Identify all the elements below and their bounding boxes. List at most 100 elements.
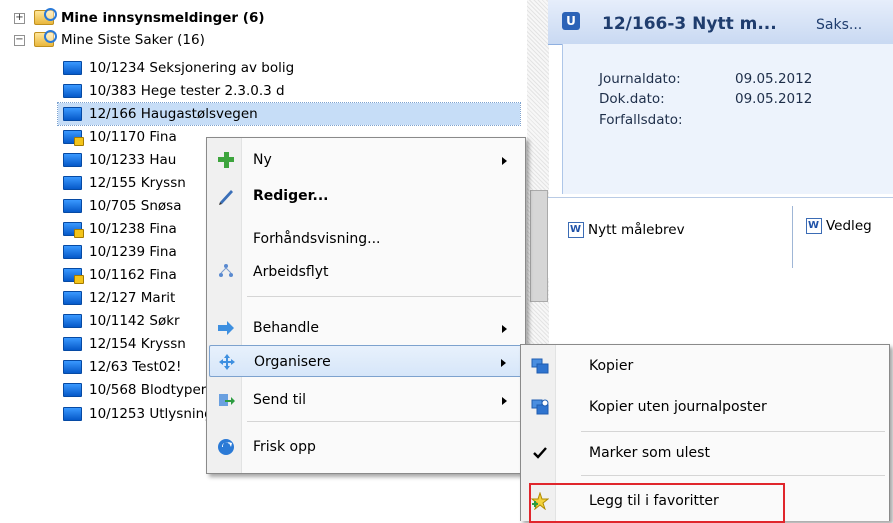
word-document-icon xyxy=(806,218,822,234)
menu-separator xyxy=(247,296,521,297)
case-folder-icon xyxy=(63,245,82,259)
dokdato-value: 09.05.2012 xyxy=(735,91,813,107)
menu-item-label: Behandle xyxy=(253,320,319,336)
tree-node-label: 10/1142 Søkr xyxy=(89,313,180,329)
vedlegg-label: Vedleg xyxy=(826,218,872,234)
organize-icon xyxy=(218,353,236,371)
menu-item-label: Forhåndsvisning... xyxy=(253,231,381,247)
tree-node-label: 10/1162 Fina xyxy=(89,267,177,283)
checkmark-icon xyxy=(531,444,549,462)
case-folder-icon xyxy=(63,360,82,374)
tree-case-node[interactable]: 10/1234 Seksjonering av bolig xyxy=(0,57,540,79)
submenu-item-kopier-uten-journalposter[interactable]: Kopier uten journalposter xyxy=(523,391,887,423)
case-folder-icon xyxy=(63,383,82,397)
copy-without-icon xyxy=(531,398,549,416)
menu-item-label: Arbeidsflyt xyxy=(253,264,329,280)
tree-case-node[interactable]: 12/166 Haugastølsvegen xyxy=(57,102,521,126)
case-folder-icon xyxy=(63,291,82,305)
dokdato-label: Dok.dato: xyxy=(599,91,665,107)
case-folder-icon xyxy=(63,199,82,213)
tree-node-label: 10/1170 Fina xyxy=(89,129,177,145)
menu-item-label: Organisere xyxy=(254,354,331,370)
document-header: U 12/166-3 Nytt m... Saks... xyxy=(548,0,893,45)
tree-node-label: 10/1238 Fina xyxy=(89,221,177,237)
search-folder-icon xyxy=(34,8,57,25)
menu-item-behandle[interactable]: Behandle xyxy=(209,312,523,344)
tree-node-label: 10/705 Snøsa xyxy=(89,198,182,214)
tree-node-label: 10/1234 Seksjonering av bolig xyxy=(89,60,295,76)
submenu-item-label: Marker som ulest xyxy=(589,445,710,461)
case-folder-icon xyxy=(63,84,82,98)
case-folder-icon xyxy=(63,107,82,121)
case-folder-icon xyxy=(63,407,82,421)
annotation-highlight-box xyxy=(529,483,785,523)
tree-node-label: 12/63 Test02! xyxy=(89,359,182,375)
case-folder-icon xyxy=(63,337,82,351)
menu-item-send-til[interactable]: Send til xyxy=(209,384,523,416)
nytt-malebrev-label: Nytt målebrev xyxy=(588,222,685,238)
tree-node-label: 10/1239 Fina xyxy=(89,244,177,260)
tree-node-label: 10/383 Hege tester 2.3.0.3 d xyxy=(89,83,285,99)
vedlegg-button[interactable]: Vedleg xyxy=(806,218,872,234)
expand-icon[interactable]: + xyxy=(14,13,25,24)
document-toolbar: Nytt målebrev Vedleg xyxy=(548,197,893,278)
case-folder-icon xyxy=(63,176,82,190)
metadata-panel: Journaldato: 09.05.2012 Dok.dato: 09.05.… xyxy=(562,44,893,194)
journaldato-value: 09.05.2012 xyxy=(735,71,813,87)
refresh-icon xyxy=(217,438,235,456)
tree-node-label: 10/1233 Hau xyxy=(89,152,177,168)
menu-item-frisk-opp[interactable]: Frisk opp xyxy=(209,431,523,463)
arrow-right-icon xyxy=(217,319,235,337)
toolbar-divider xyxy=(792,206,793,268)
search-folder-icon xyxy=(34,30,57,47)
submenu-arrow-icon xyxy=(501,359,506,367)
submenu-arrow-icon xyxy=(502,397,507,405)
submenu-arrow-icon xyxy=(502,325,507,333)
submenu-arrow-icon xyxy=(502,157,507,165)
submenu-item-marker-som-ulest[interactable]: Marker som ulest xyxy=(523,437,887,469)
menu-item-ny[interactable]: Ny xyxy=(209,144,523,176)
organize-submenu: Kopier Kopier uten journalposter Marker so… xyxy=(520,344,890,523)
locked-case-folder-icon xyxy=(63,268,84,284)
collapse-icon[interactable]: − xyxy=(14,35,25,46)
menu-item-organisere[interactable]: Organisere xyxy=(209,345,523,377)
menu-item-label: Frisk opp xyxy=(253,439,316,455)
plus-icon xyxy=(217,151,235,169)
send-to-icon xyxy=(217,391,235,409)
tree-node-label: 12/154 Kryssn xyxy=(89,336,186,352)
submenu-item-label: Kopier xyxy=(589,358,634,374)
tree-case-node[interactable]: 10/383 Hege tester 2.3.0.3 d xyxy=(0,80,540,102)
locked-case-folder-icon xyxy=(63,222,84,238)
nytt-malebrev-button[interactable]: Nytt målebrev xyxy=(568,222,685,238)
tree-node-label: 12/127 Marit xyxy=(89,290,176,306)
submenu-item-kopier[interactable]: Kopier xyxy=(523,350,887,382)
submenu-item-label: Kopier uten journalposter xyxy=(589,399,767,415)
tree-folder-node[interactable]: + Mine innsynsmeldinger (6) xyxy=(0,7,540,29)
document-type-badge: U xyxy=(562,12,580,30)
tree-folder-node[interactable]: − Mine Siste Saker (16) xyxy=(0,29,540,51)
locked-case-folder-icon xyxy=(63,130,84,146)
menu-item-rediger[interactable]: Rediger... xyxy=(209,180,523,212)
submenu-separator xyxy=(581,475,885,476)
case-folder-icon xyxy=(63,153,82,167)
journaldato-label: Journaldato: xyxy=(599,71,681,87)
forfallsdato-label: Forfallsdato: xyxy=(599,112,683,128)
menu-item-label: Send til xyxy=(253,392,306,408)
tree-node-label: Mine Siste Saker (16) xyxy=(61,32,205,48)
pencil-icon xyxy=(217,187,235,205)
submenu-separator xyxy=(581,431,885,432)
tree-scrollbar-thumb[interactable] xyxy=(530,190,548,302)
document-title: 12/166-3 Nytt m... xyxy=(602,14,777,34)
document-subtitle: Saks... xyxy=(816,17,863,33)
word-document-icon xyxy=(568,222,584,238)
tree-node-label: 12/166 Haugastølsvegen xyxy=(89,106,258,122)
workflow-icon xyxy=(217,263,235,281)
case-folder-icon xyxy=(63,314,82,328)
copy-icon xyxy=(531,357,549,375)
context-menu: Ny Rediger... Forhåndsvisning... Arbeidsfly… xyxy=(206,137,526,474)
menu-item-forhåndsvisning[interactable]: Forhåndsvisning... xyxy=(209,223,523,255)
tree-node-label: Mine innsynsmeldinger (6) xyxy=(61,10,265,26)
case-folder-icon xyxy=(63,61,82,75)
menu-item-arbeidsflyt[interactable]: Arbeidsflyt xyxy=(209,256,523,288)
menu-item-label: Ny xyxy=(253,152,272,168)
